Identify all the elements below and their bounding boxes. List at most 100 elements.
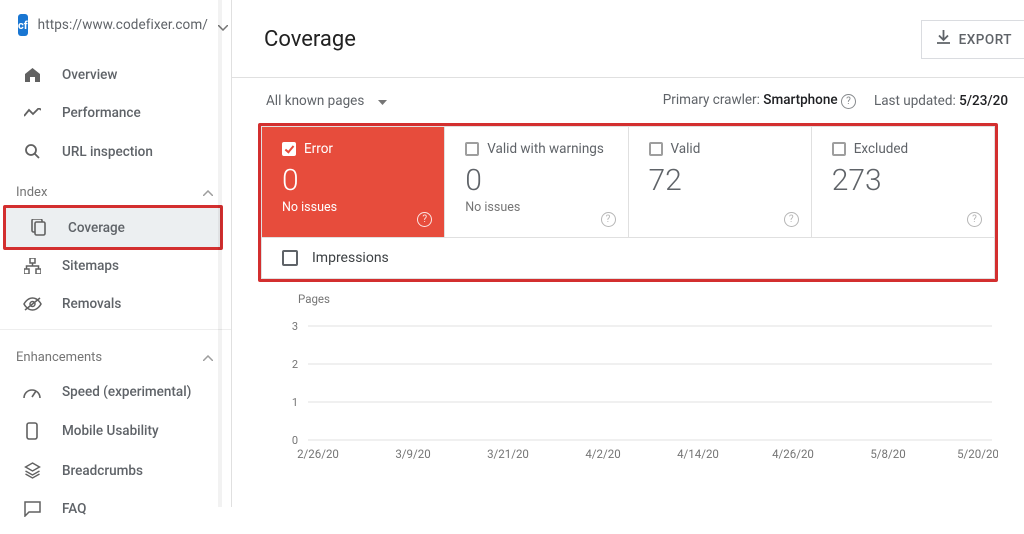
home-icon: [22, 67, 42, 83]
checkbox-icon: [282, 142, 296, 156]
mobile-icon: [22, 422, 42, 440]
gauge-icon: [22, 385, 42, 399]
nav-faq[interactable]: FAQ: [0, 490, 231, 528]
help-icon[interactable]: ?: [841, 94, 856, 109]
export-button[interactable]: EXPORT: [921, 20, 1024, 59]
nav-label: Performance: [62, 105, 141, 121]
nav-section-label: Index: [16, 185, 47, 200]
nav-label: Coverage: [68, 220, 125, 236]
help-icon[interactable]: ?: [967, 212, 982, 227]
status-cards: Error 0 No issues ? Valid with warnings …: [261, 126, 995, 238]
card-count: 0: [282, 163, 428, 198]
nav-label: Removals: [62, 296, 121, 312]
checkbox-icon: [649, 142, 663, 156]
help-icon[interactable]: ?: [417, 212, 432, 227]
updated-label: Last updated:: [874, 93, 956, 109]
pages-chart[interactable]: 3 2 1 0 2/26/20 3/9/20 3/21/20 4/2/20 4/…: [258, 306, 998, 466]
svg-text:1: 1: [292, 396, 298, 409]
svg-text:0: 0: [292, 434, 298, 447]
nav-label: Breadcrumbs: [62, 463, 143, 479]
layers-icon: [22, 462, 42, 479]
nav-label: Mobile Usability: [62, 423, 159, 439]
checkbox-icon: [465, 142, 479, 156]
impressions-label: Impressions: [312, 250, 389, 266]
card-subtext: No issues: [282, 200, 428, 215]
highlight-box-sidebar: Coverage: [3, 205, 223, 250]
svg-text:4/14/20: 4/14/20: [677, 447, 719, 461]
nav-performance[interactable]: Performance: [0, 94, 231, 132]
chart-area: Pages 3 2 1 0 2/26/20 3/9/20 3/21/20: [258, 286, 998, 466]
visibility-off-icon: [22, 297, 42, 311]
nav-sitemaps[interactable]: Sitemaps: [0, 247, 231, 285]
crawler-label: Primary crawler:: [663, 92, 760, 108]
crawler-value: Smartphone: [763, 92, 837, 108]
svg-text:2: 2: [292, 358, 298, 371]
card-label: Valid with warnings: [487, 141, 604, 157]
help-icon[interactable]: ?: [784, 212, 799, 227]
updated-value: 5/23/20: [959, 93, 1008, 109]
chart-y-axis-title: Pages: [258, 286, 998, 306]
nav-breadcrumbs[interactable]: Breadcrumbs: [0, 451, 231, 490]
card-label: Error: [304, 141, 333, 157]
card-count: 72: [649, 163, 795, 198]
svg-text:4/2/20: 4/2/20: [585, 447, 620, 461]
nav-section-index[interactable]: Index: [0, 171, 231, 208]
sidebar-scrollbar[interactable]: [218, 0, 222, 507]
chat-icon: [22, 501, 42, 517]
main-area: Coverage EXPORT All known pages Primary …: [232, 0, 1024, 507]
filter-mode-label: All known pages: [266, 93, 364, 109]
card-count: 273: [832, 163, 978, 198]
svg-text:5/20/20: 5/20/20: [957, 447, 998, 461]
card-error[interactable]: Error 0 No issues ?: [262, 127, 445, 237]
chevron-up-icon: [203, 350, 213, 365]
filter-row: All known pages Primary crawler: Smartph…: [232, 78, 1024, 123]
nav-label: URL inspection: [62, 144, 153, 160]
nav-divider: [0, 329, 231, 330]
checkbox-icon: [282, 250, 298, 266]
card-valid-warnings[interactable]: Valid with warnings 0 No issues ?: [445, 127, 628, 237]
card-subtext: No issues: [465, 200, 611, 215]
nav-label: Overview: [62, 67, 117, 83]
card-excluded[interactable]: Excluded 273 ?: [812, 127, 994, 237]
svg-text:4/26/20: 4/26/20: [772, 447, 814, 461]
export-label: EXPORT: [959, 32, 1012, 48]
last-updated: Last updated: 5/23/20: [874, 93, 1008, 109]
nav-label: FAQ: [62, 501, 86, 517]
card-label: Valid: [671, 141, 701, 157]
svg-text:5/8/20: 5/8/20: [870, 447, 905, 461]
help-icon[interactable]: ?: [601, 212, 616, 227]
svg-text:3/9/20: 3/9/20: [395, 447, 430, 461]
chevron-down-icon: [378, 93, 387, 109]
nav-label: Speed (experimental): [62, 384, 191, 400]
nav-section-label: Enhancements: [16, 350, 102, 365]
site-url: https://www.codefixer.com/: [38, 17, 208, 33]
nav-overview[interactable]: Overview: [0, 56, 231, 94]
nav-section-enhancements[interactable]: Enhancements: [0, 336, 231, 373]
card-count: 0: [465, 163, 611, 198]
nav-mobile-usability[interactable]: Mobile Usability: [0, 411, 231, 451]
svg-text:3: 3: [292, 320, 298, 333]
highlight-box-cards: Error 0 No issues ? Valid with warnings …: [258, 123, 998, 282]
card-valid[interactable]: Valid 72 ?: [629, 127, 812, 237]
nav-removals[interactable]: Removals: [0, 285, 231, 323]
site-favicon: cf: [18, 14, 28, 36]
search-icon: [22, 143, 42, 160]
pages-icon: [28, 219, 48, 236]
card-label: Excluded: [854, 141, 908, 157]
page-header: Coverage EXPORT: [232, 0, 1024, 78]
download-icon: [936, 30, 951, 49]
sitemap-icon: [22, 258, 42, 274]
sidebar: cf https://www.codefixer.com/ Overview P…: [0, 0, 232, 507]
site-chooser[interactable]: cf https://www.codefixer.com/: [0, 0, 231, 50]
nav-coverage[interactable]: Coverage: [6, 208, 220, 247]
impressions-toggle[interactable]: Impressions: [261, 238, 995, 279]
page-title: Coverage: [264, 27, 356, 52]
nav-url-inspection[interactable]: URL inspection: [0, 132, 231, 171]
chart-line-icon: [22, 108, 42, 118]
chevron-up-icon: [203, 185, 213, 200]
nav-speed[interactable]: Speed (experimental): [0, 373, 231, 411]
page-filter[interactable]: All known pages: [238, 93, 387, 109]
svg-text:2/26/20: 2/26/20: [297, 447, 339, 461]
nav-label: Sitemaps: [62, 258, 119, 274]
svg-text:3/21/20: 3/21/20: [487, 447, 529, 461]
